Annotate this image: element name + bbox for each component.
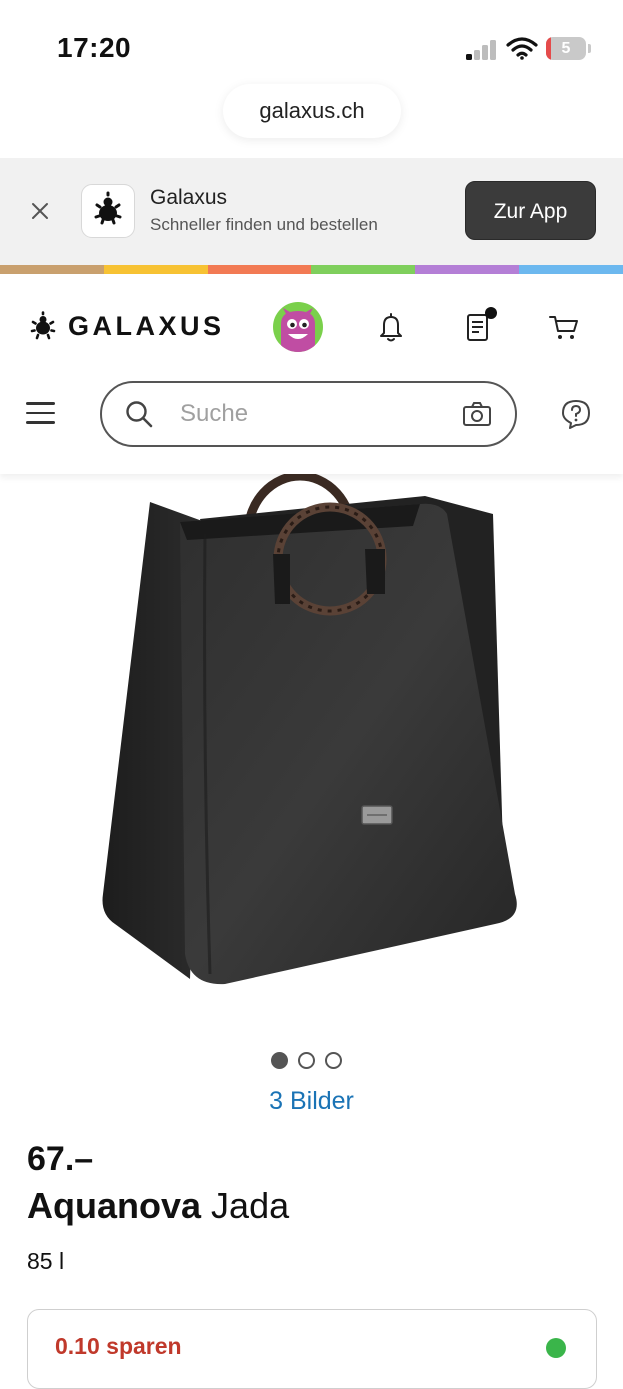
app-subtitle: Schneller finden und bestellen	[150, 215, 378, 234]
product-image-bag[interactable]	[95, 471, 530, 989]
galaxus-app-icon	[81, 184, 135, 238]
stripe-segment	[415, 265, 520, 274]
product-name: Jada	[211, 1185, 290, 1226]
battery-icon: 5	[546, 37, 586, 60]
bell-icon[interactable]	[376, 311, 406, 343]
help-icon[interactable]	[561, 399, 591, 429]
image-pagination	[271, 1052, 343, 1070]
cellular-signal-icon	[466, 38, 498, 60]
close-icon[interactable]	[28, 199, 52, 223]
savings-label: 0.10 sparen	[55, 1333, 182, 1359]
stripe-segment	[519, 265, 623, 274]
brand-color-stripe	[0, 265, 623, 274]
notification-dot	[485, 307, 497, 319]
stripe-segment	[311, 265, 416, 274]
wifi-icon	[506, 36, 538, 60]
pagination-dot-2[interactable]	[298, 1052, 315, 1069]
stripe-segment	[0, 265, 104, 274]
cart-icon[interactable]	[548, 312, 580, 342]
pagination-dot-1[interactable]	[271, 1052, 288, 1069]
image-count-link[interactable]: 3 Bilder	[0, 1087, 623, 1116]
status-time: 17:20	[57, 32, 132, 63]
galaxus-logo-text[interactable]: GALAXUS	[68, 311, 225, 342]
galaxus-logo-icon[interactable]	[28, 311, 58, 341]
availability-dot	[546, 1338, 566, 1358]
product-title: Aquanova Jada	[27, 1185, 289, 1227]
pagination-dot-3[interactable]	[325, 1052, 342, 1069]
product-brand[interactable]: Aquanova	[27, 1185, 201, 1226]
product-volume: 85 l	[27, 1248, 65, 1274]
battery-level: 5	[561, 40, 571, 57]
mascot-avatar-icon[interactable]	[273, 302, 323, 352]
hamburger-menu-icon[interactable]	[26, 402, 55, 424]
stripe-segment	[207, 265, 312, 274]
battery-tip	[588, 44, 591, 53]
address-bar[interactable]: galaxus.ch	[223, 84, 401, 138]
search-input[interactable]	[180, 396, 440, 432]
app-name: Galaxus	[150, 186, 228, 209]
stripe-segment	[103, 265, 208, 274]
search-icon[interactable]	[124, 399, 154, 429]
open-app-button[interactable]: Zur App	[465, 181, 596, 240]
camera-search-icon[interactable]	[462, 401, 492, 427]
product-price: 67.–	[27, 1140, 94, 1178]
